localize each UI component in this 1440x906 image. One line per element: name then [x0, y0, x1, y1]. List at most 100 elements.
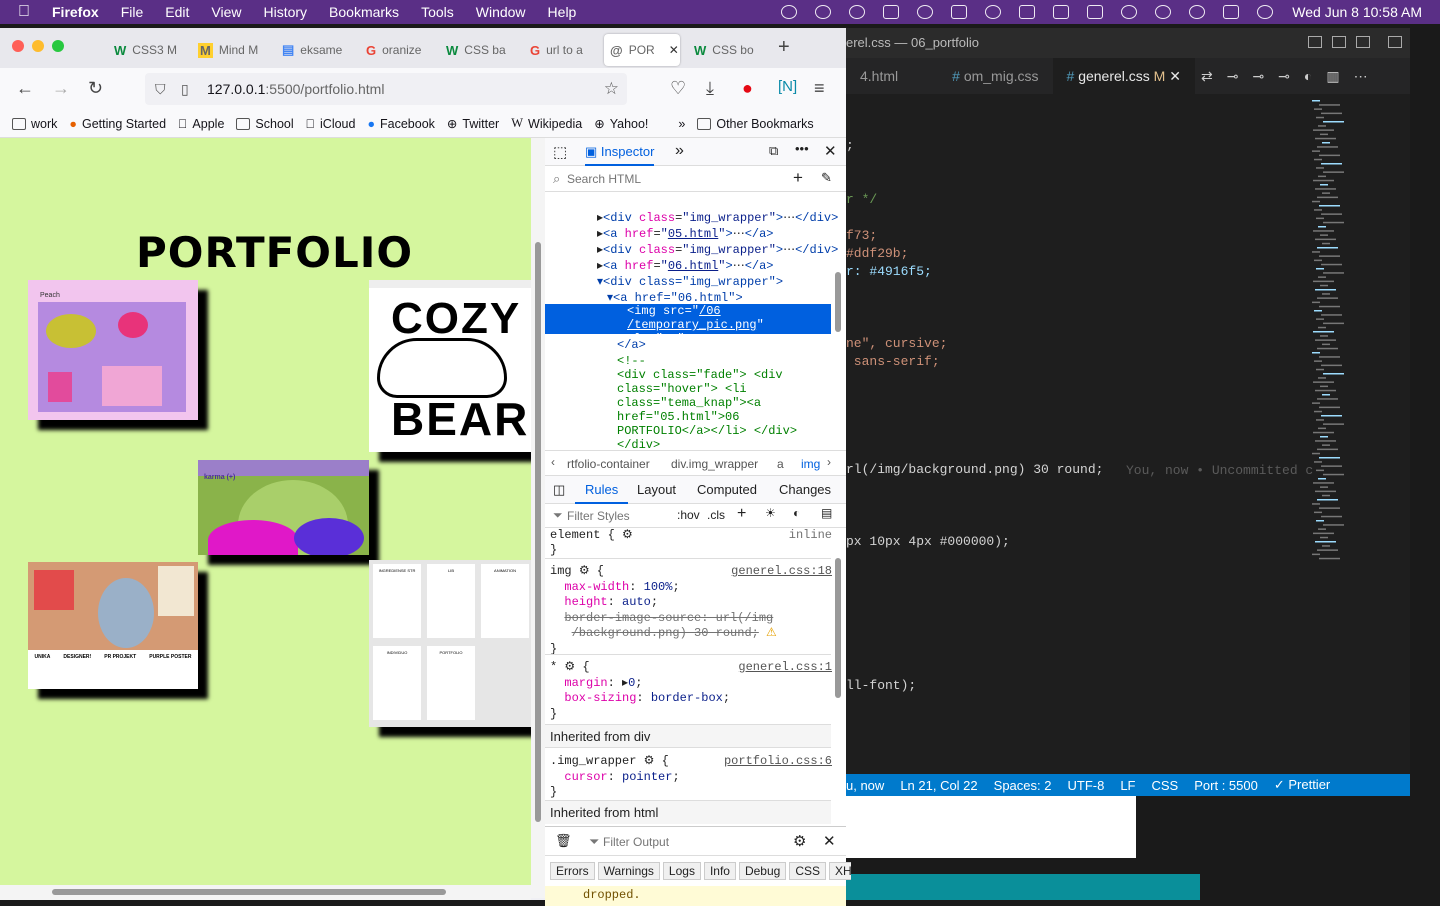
browser-tab[interactable]: W CSS ba — [446, 34, 516, 66]
bookmarks-overflow-icon[interactable]: » — [678, 117, 685, 131]
filter-logs[interactable]: Logs — [662, 862, 701, 880]
minimize-window-button[interactable] — [32, 40, 44, 52]
siri-icon[interactable] — [1257, 5, 1274, 19]
img-src[interactable]: /temporary_pic.png — [627, 318, 757, 332]
status-position[interactable]: Ln 21, Col 22 — [900, 778, 977, 793]
markup-node-open[interactable]: ▾<div class="img_wrapper"> — [597, 274, 783, 289]
eyedropper-icon[interactable]: ✎ — [821, 170, 832, 186]
crumb[interactable]: a — [777, 457, 784, 471]
img-src[interactable]: /06 — [699, 304, 721, 318]
m-icon[interactable] — [951, 5, 968, 19]
code-line[interactable]: #ddf29b; — [846, 246, 908, 261]
gear-icon[interactable]: ⚙ — [644, 754, 655, 768]
git-prev-icon[interactable]: ⊸ — [1227, 68, 1239, 84]
gear-icon[interactable]: ⚙ — [579, 564, 590, 578]
light-mode-icon[interactable]: ☀ — [765, 506, 776, 520]
menu-help[interactable]: Help — [548, 4, 577, 20]
trash-icon[interactable]: 🗑 — [555, 833, 572, 849]
close-tab-icon[interactable]: ✕ — [669, 43, 679, 57]
crumb[interactable]: div.img_wrapper — [671, 457, 758, 471]
time-machine-icon[interactable] — [1155, 5, 1172, 19]
project-thumb-cozy-bear[interactable]: COZY BEAR — [369, 280, 531, 452]
filter-xhr[interactable]: XH — [829, 862, 851, 880]
chevron-right-icon[interactable]: › — [827, 455, 831, 469]
status-language[interactable]: CSS — [1152, 778, 1179, 793]
menu-history[interactable]: History — [263, 4, 307, 20]
back-icon[interactable]: ← — [16, 78, 34, 99]
code-line[interactable]: ; — [846, 138, 854, 153]
css-prop[interactable]: box-sizing — [564, 691, 636, 705]
markup-node-selected[interactable]: <img src="/06/temporary_pic.png" alt="06… — [545, 304, 831, 346]
apple-menu-icon[interactable]:  — [18, 3, 30, 21]
code-line[interactable]: f73; — [846, 228, 877, 243]
new-tab-icon[interactable]: + — [778, 36, 790, 59]
browser-tab[interactable]: Gurl to a — [530, 34, 600, 66]
crumb-current[interactable]: img — [801, 457, 820, 471]
gear-icon[interactable]: ⚙ — [564, 660, 575, 674]
scroll-thumb[interactable] — [535, 242, 541, 822]
close-devtools-icon[interactable]: ✕ — [824, 142, 837, 160]
tab-html[interactable]: 4.html — [846, 58, 912, 94]
add-node-icon[interactable]: + — [793, 168, 803, 188]
toggle-icon[interactable]: ◐ — [1304, 68, 1312, 84]
css-prop[interactable]: height — [564, 595, 607, 609]
page-icon[interactable]: ▯ — [181, 73, 189, 105]
selector[interactable]: element { — [550, 528, 615, 542]
more-tools-icon[interactable]: » — [675, 142, 684, 160]
css-value[interactable]: border-box — [651, 691, 723, 705]
tab-layout[interactable]: Layout — [637, 482, 676, 497]
chevron-left-icon[interactable]: ‹ — [551, 455, 555, 469]
shield-icon[interactable]: ⛉ — [155, 73, 166, 105]
sidebar-toggle-icon[interactable]: ◫ — [553, 482, 565, 498]
css-value[interactable]: auto — [622, 595, 651, 609]
browser-tab[interactable]: M Mind M — [198, 34, 268, 66]
console-message[interactable]: dropped. — [545, 886, 846, 906]
code-line[interactable]: r: #4916f5; — [846, 264, 932, 279]
record-icon[interactable] — [815, 5, 832, 19]
rule-source[interactable]: portfolio.css:6 — [724, 754, 832, 768]
layout-secondary-icon[interactable] — [1356, 36, 1370, 48]
print-media-icon[interactable]: ▤ — [821, 506, 832, 520]
close-console-icon[interactable]: ✕ — [823, 832, 836, 850]
code-line[interactable]: px 10px 4px #000000); — [846, 534, 1010, 549]
filter-output-input[interactable] — [603, 832, 783, 852]
git-commit-icon[interactable]: ⊸ — [1252, 68, 1264, 84]
page-scrollbar-vertical[interactable] — [531, 138, 545, 898]
project-thumb-peach[interactable]: Peach — [28, 280, 198, 420]
markup-node-close[interactable]: </a> — [617, 338, 646, 352]
location-icon[interactable] — [781, 5, 798, 19]
cls-toggle[interactable]: .cls — [707, 508, 725, 522]
menu-file[interactable]: File — [121, 4, 144, 20]
css-prop[interactable]: cursor — [564, 770, 607, 784]
flag-icon[interactable] — [1053, 5, 1070, 19]
battery-icon[interactable] — [1087, 5, 1104, 19]
css-value[interactable]: 0 — [628, 676, 635, 690]
project-thumb-designer[interactable]: UNIKA DESIGNER! PR PROJEKT PURPLE POSTER — [28, 562, 198, 689]
code-line[interactable]: r */ — [846, 192, 877, 207]
filter-errors[interactable]: Errors — [550, 862, 595, 880]
minimap[interactable] — [1304, 94, 1394, 594]
css-value[interactable]: pointer — [622, 770, 672, 784]
status-encoding[interactable]: UTF-8 — [1067, 778, 1104, 793]
tab-changes[interactable]: Changes — [779, 482, 831, 497]
markup-tree[interactable]: ▸<div class="img_wrapper">⋯</div> ▸<a hr… — [545, 192, 846, 450]
bookmark-apple[interactable]: Apple — [178, 117, 224, 131]
tab-om-mig[interactable]: # om_mig.css — [938, 58, 1052, 94]
options-icon[interactable]: ••• — [795, 141, 809, 156]
rule-source[interactable]: generel.css:1 — [738, 660, 832, 674]
menu-edit[interactable]: Edit — [165, 4, 189, 20]
creative-cloud-icon[interactable] — [849, 5, 866, 19]
bookmark-icloud[interactable]: iCloud — [306, 117, 356, 131]
hov-toggle[interactable]: :hov — [677, 508, 700, 522]
attr-value[interactable]: 06.html — [668, 259, 718, 273]
bookmark-yahoo[interactable]: ⊕ Yahoo! — [594, 116, 648, 132]
scroll-thumb[interactable] — [52, 889, 446, 895]
browser-tab[interactable]: W CSS3 M — [114, 34, 184, 66]
search-html-input[interactable] — [567, 169, 777, 189]
pick-element-icon[interactable]: ⬚ — [553, 143, 567, 161]
zoom-window-button[interactable] — [52, 40, 64, 52]
filter-debug[interactable]: Debug — [738, 862, 787, 880]
url-bar[interactable]: ⛉ ▯ 127.0.0.1:5500/portfolio.html ☆ — [145, 73, 627, 105]
menu-window[interactable]: Window — [476, 4, 526, 20]
git-next-icon[interactable]: ⊸ — [1278, 68, 1290, 84]
